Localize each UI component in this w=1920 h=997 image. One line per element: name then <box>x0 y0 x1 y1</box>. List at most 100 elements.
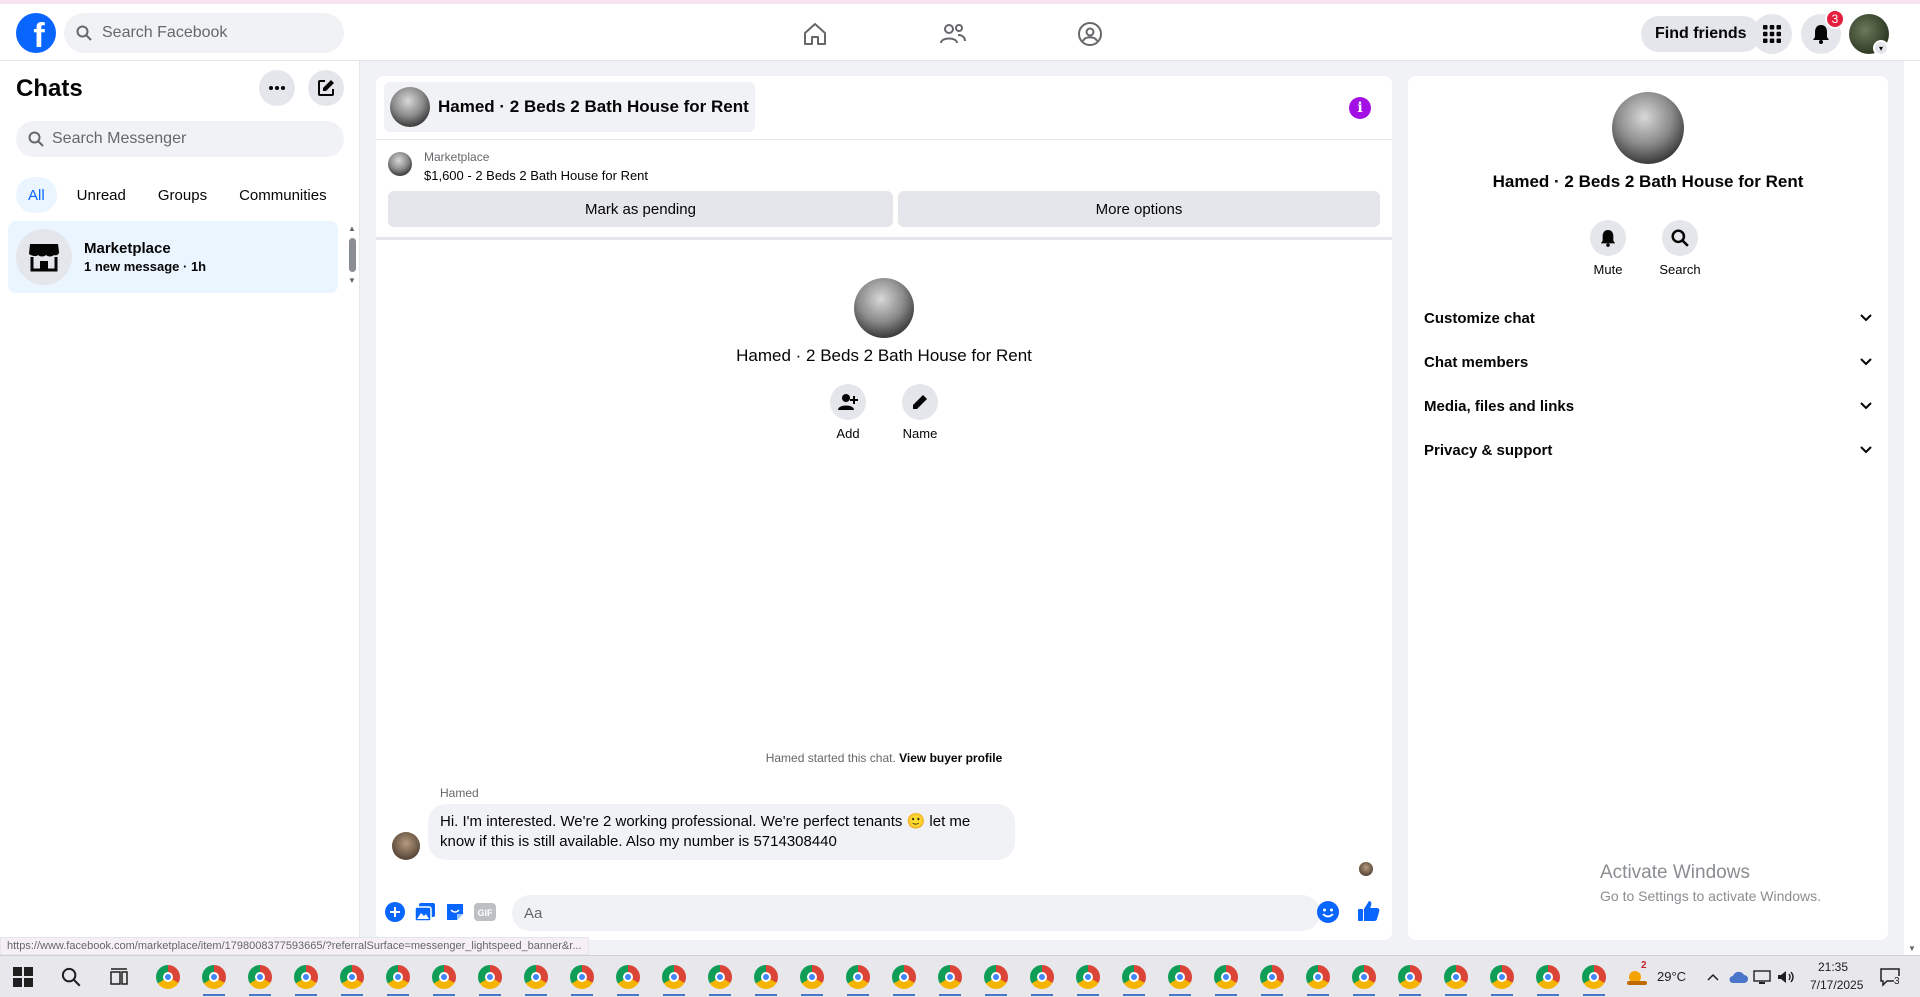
section-label: Media, files and links <box>1424 397 1575 415</box>
chrome-taskbar-icon[interactable] <box>1351 964 1377 996</box>
temperature-text[interactable]: 29°C <box>1657 969 1686 984</box>
chrome-taskbar-icon[interactable] <box>1397 964 1423 996</box>
chrome-taskbar-icon[interactable] <box>155 964 181 990</box>
chat-list-scrollbar[interactable]: ▲ ▼ <box>348 224 356 285</box>
chrome-taskbar-icon[interactable] <box>1443 964 1469 996</box>
show-hidden-icons-chevron-up-icon[interactable] <box>1706 964 1720 990</box>
mute-action[interactable]: Mute <box>1578 220 1638 277</box>
chrome-taskbar-icon[interactable] <box>845 964 871 996</box>
chrome-taskbar-icon[interactable] <box>707 964 733 996</box>
network-icon[interactable] <box>1752 964 1772 990</box>
chrome-taskbar-icon[interactable] <box>1029 964 1055 996</box>
sender-avatar[interactable] <box>392 832 420 860</box>
filter-groups[interactable]: Groups <box>146 177 219 213</box>
chrome-taskbar-icon[interactable] <box>1581 964 1607 996</box>
chrome-taskbar-icon[interactable] <box>247 964 273 996</box>
new-message-button[interactable] <box>308 70 344 106</box>
emoji-button[interactable] <box>1317 901 1339 923</box>
clock-time[interactable]: 21:35 <box>1818 960 1848 974</box>
friends-nav-button[interactable] <box>933 14 973 54</box>
search-in-conversation-action[interactable]: Search <box>1650 220 1710 277</box>
gif-button[interactable]: GIF <box>474 901 496 923</box>
facebook-search-input[interactable]: Search Facebook <box>64 13 344 53</box>
chrome-taskbar-icon[interactable] <box>891 964 917 996</box>
facebook-logo-icon[interactable]: f <box>16 13 56 53</box>
scroll-down-arrow-icon[interactable]: ▼ <box>348 276 356 285</box>
conversation-info-icon[interactable]: i <box>1349 97 1371 119</box>
listing-thumbnail[interactable] <box>388 152 412 176</box>
chrome-taskbar-icon[interactable] <box>1121 964 1147 996</box>
scroll-down-arrow-icon[interactable]: ▼ <box>1908 944 1916 953</box>
groups-nav-button[interactable] <box>1070 14 1110 54</box>
like-button[interactable] <box>1357 899 1381 923</box>
chrome-taskbar-icon[interactable] <box>201 964 227 996</box>
conversation-title: Hamed · 2 Beds 2 Bath House for Rent <box>438 97 749 116</box>
filter-all[interactable]: All <box>16 177 57 213</box>
chrome-taskbar-icon[interactable] <box>983 964 1009 996</box>
clock-date[interactable]: 7/17/2025 <box>1810 978 1863 992</box>
add-people-action[interactable]: Add <box>818 384 878 441</box>
chrome-taskbar-icon[interactable] <box>753 964 779 996</box>
chrome-taskbar-icon[interactable] <box>385 964 411 996</box>
link-preview-status-bar: https://www.facebook.com/marketplace/ite… <box>0 937 589 955</box>
filter-communities[interactable]: Communities <box>227 177 339 213</box>
attach-photo-button[interactable] <box>414 901 436 923</box>
chrome-taskbar-icon[interactable] <box>1489 964 1515 996</box>
find-friends-button[interactable]: Find friends <box>1641 16 1761 52</box>
chat-list-item-marketplace[interactable]: Marketplace 1 new message · 1h <box>8 221 338 293</box>
listing-price-title[interactable]: $1,600 - 2 Beds 2 Bath House for Rent <box>424 168 648 183</box>
chrome-taskbar-icon[interactable] <box>339 964 365 996</box>
chevron-down-icon[interactable]: ▾ <box>1873 40 1889 56</box>
chrome-taskbar-icon[interactable] <box>937 964 963 996</box>
sticker-button[interactable] <box>444 901 466 923</box>
mute-label: Mute <box>1593 262 1623 277</box>
chevron-down-icon <box>1860 402 1872 410</box>
page-scrollbar[interactable]: ▼ <box>1904 61 1920 955</box>
message-bubble[interactable]: Hi. I'm interested. We're 2 working prof… <box>428 804 1015 860</box>
activate-windows-subtitle: Go to Settings to activate Windows. <box>1600 888 1821 904</box>
chrome-taskbar-icon[interactable] <box>569 964 595 996</box>
name-chat-action[interactable]: Name <box>890 384 950 441</box>
chat-started-notice: Hamed started this chat. View buyer prof… <box>376 751 1392 765</box>
messenger-search-input[interactable]: Search Messenger <box>16 121 344 157</box>
scroll-up-arrow-icon[interactable]: ▲ <box>348 224 356 233</box>
listing-photo <box>390 87 430 127</box>
onedrive-cloud-icon[interactable] <box>1728 964 1748 990</box>
chrome-taskbar-icon[interactable] <box>477 964 503 996</box>
conversation-title-button[interactable]: Hamed · 2 Beds 2 Bath House for Rent <box>384 82 755 132</box>
chrome-taskbar-icon[interactable] <box>661 964 687 996</box>
privacy-support-section[interactable]: Privacy & support <box>1424 428 1872 472</box>
chrome-taskbar-icon[interactable] <box>615 964 641 996</box>
message-sender-name: Hamed <box>440 786 479 800</box>
chrome-taskbar-icon[interactable] <box>1259 964 1285 996</box>
chrome-taskbar-icon[interactable] <box>1167 964 1193 996</box>
message-input[interactable]: Aa <box>512 895 1320 931</box>
gif-icon: GIF <box>474 903 496 921</box>
filter-unread[interactable]: Unread <box>65 177 138 213</box>
chats-options-button[interactable] <box>259 70 295 106</box>
chrome-taskbar-icon[interactable] <box>1535 964 1561 996</box>
windows-start-icon[interactable] <box>10 964 36 990</box>
chrome-taskbar-icon[interactable] <box>1305 964 1331 996</box>
home-icon <box>804 23 826 45</box>
chrome-taskbar-icon[interactable] <box>1075 964 1101 996</box>
chrome-taskbar-icon[interactable] <box>431 964 457 996</box>
more-options-button[interactable]: More options <box>898 191 1380 227</box>
task-view-icon[interactable] <box>106 964 132 990</box>
scrollbar-thumb[interactable] <box>349 238 356 272</box>
more-actions-button[interactable] <box>384 901 406 923</box>
chrome-taskbar-icon[interactable] <box>523 964 549 996</box>
chrome-taskbar-icon[interactable] <box>799 964 825 996</box>
media-files-links-section[interactable]: Media, files and links <box>1424 384 1872 428</box>
menu-grid-button[interactable] <box>1752 14 1792 54</box>
chevron-down-icon <box>1860 358 1872 366</box>
chat-members-section[interactable]: Chat members <box>1424 340 1872 384</box>
view-buyer-profile-link[interactable]: View buyer profile <box>899 751 1002 765</box>
mark-as-pending-button[interactable]: Mark as pending <box>388 191 893 227</box>
volume-icon[interactable] <box>1776 964 1796 990</box>
home-nav-button[interactable] <box>795 14 835 54</box>
taskbar-search-icon[interactable] <box>58 964 84 990</box>
chrome-taskbar-icon[interactable] <box>293 964 319 996</box>
chrome-taskbar-icon[interactable] <box>1213 964 1239 996</box>
customize-chat-section[interactable]: Customize chat <box>1424 296 1872 340</box>
